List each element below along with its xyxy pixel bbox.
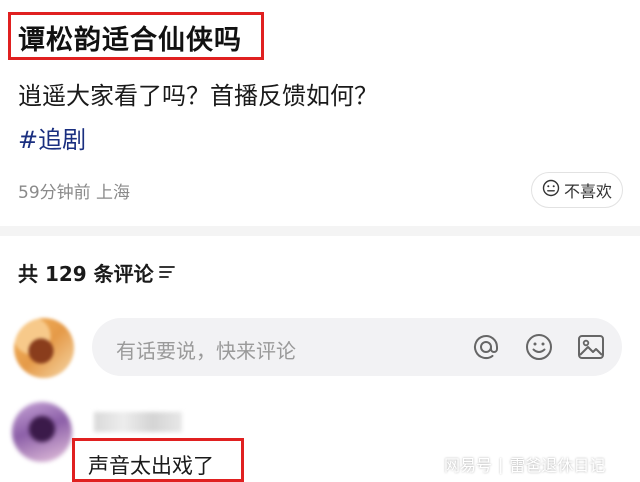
neutral-face-icon bbox=[542, 179, 560, 201]
section-divider bbox=[0, 226, 640, 236]
sort-icon bbox=[158, 261, 176, 285]
image-icon[interactable] bbox=[575, 331, 607, 363]
emoji-icon[interactable] bbox=[523, 331, 555, 363]
current-user-avatar[interactable] bbox=[14, 318, 74, 378]
watermark-site: 网易号 bbox=[444, 456, 493, 475]
comment-text: 声音太出戏了 bbox=[88, 454, 214, 478]
hashtag-link[interactable]: #追剧 bbox=[18, 120, 86, 155]
post-body: 逍遥大家看了吗？首播反馈如何？ bbox=[18, 82, 378, 110]
watermark-separator: | bbox=[498, 454, 504, 474]
post-meta: 59分钟前 上海 bbox=[18, 183, 131, 203]
commenter-username-redacted bbox=[94, 412, 182, 432]
watermark-account: 雷爸退休日记 bbox=[509, 456, 606, 475]
watermark: 网易号 | 雷爸退休日记 bbox=[444, 452, 605, 476]
dislike-button[interactable]: 不喜欢 bbox=[531, 172, 623, 208]
post-title: 谭松韵适合仙侠吗 bbox=[18, 25, 242, 56]
comment-count: 共 129 条评论 bbox=[18, 262, 154, 286]
comment-count-sort[interactable]: 共 129 条评论 bbox=[18, 258, 176, 287]
comment-input-placeholder: 有话要说，快来评论 bbox=[116, 339, 296, 363]
dislike-label: 不喜欢 bbox=[563, 182, 612, 201]
mention-icon[interactable] bbox=[470, 331, 502, 363]
commenter-avatar[interactable] bbox=[12, 402, 72, 462]
